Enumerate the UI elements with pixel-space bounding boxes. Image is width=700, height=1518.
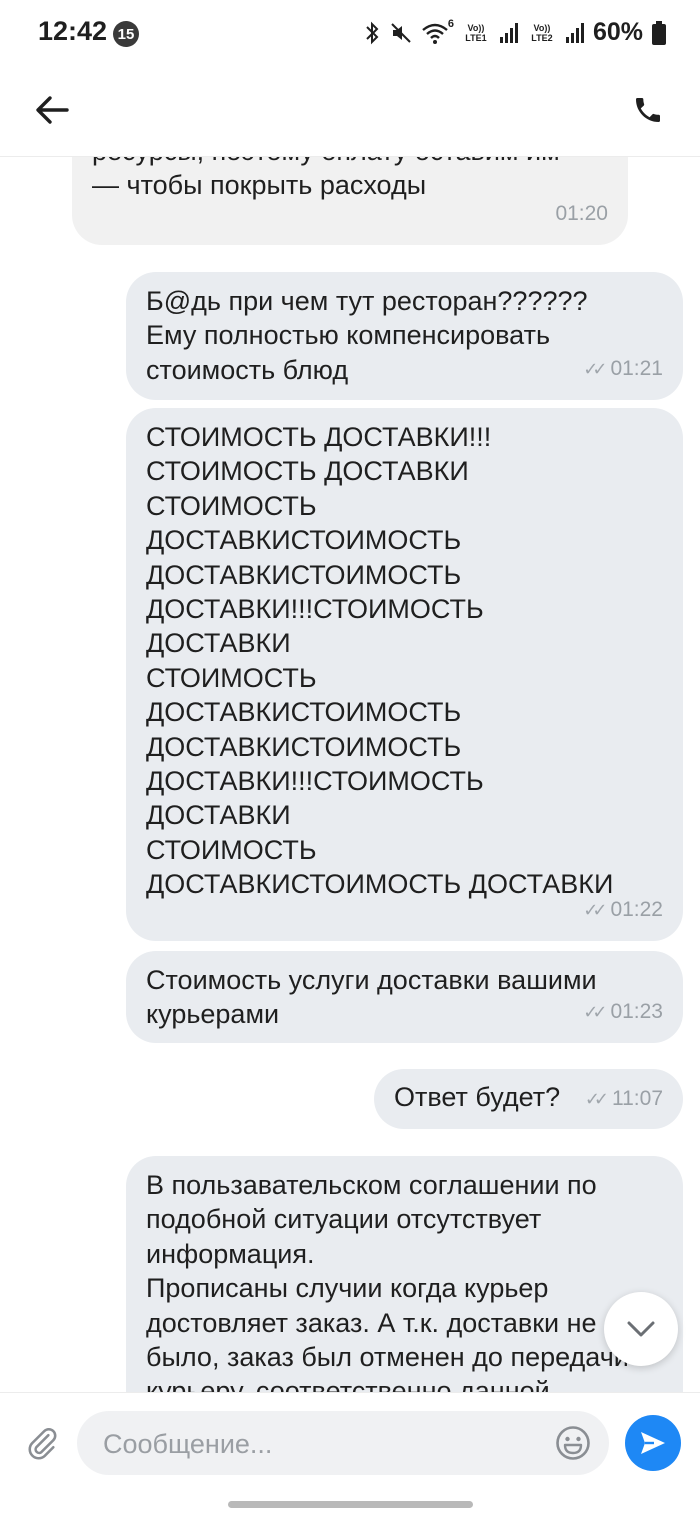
message-bubble-outgoing[interactable]: СТОИМОСТЬ ДОСТАВКИ!!! СТОИМОСТЬ ДОСТАВКИ… <box>126 408 683 941</box>
message-text: В пользавательском соглашении по подобно… <box>146 1170 629 1392</box>
signal-icon <box>565 22 584 43</box>
message-text: СТОИМОСТЬ ДОСТАВКИ!!! СТОИМОСТЬ ДОСТАВКИ… <box>146 422 614 900</box>
read-check-icon: ✓✓ <box>583 358 607 379</box>
read-check-icon: ✓✓ <box>583 1001 607 1022</box>
paperclip-icon <box>28 1428 57 1460</box>
message-time: 01:20 <box>555 201 608 225</box>
call-button[interactable] <box>624 86 672 134</box>
emoji-button[interactable] <box>555 1425 591 1461</box>
message-list[interactable]: ресурсы, поэтому оплату оставим им — что… <box>0 156 700 1392</box>
message-bubble-outgoing[interactable]: В пользавательском соглашении по подобно… <box>126 1156 683 1392</box>
battery-icon <box>652 20 666 45</box>
message-bubble-outgoing[interactable]: Б@дь при чем тут ресторан?????? Ему полн… <box>126 272 683 400</box>
message-time: 11:07 <box>612 1086 663 1110</box>
message-meta: ✓✓ 01:23 <box>583 995 663 1029</box>
scroll-to-bottom-button[interactable] <box>604 1292 678 1366</box>
battery-percent: 60% <box>592 18 643 46</box>
message-bubble-outgoing[interactable]: Стоимость услуги доставки вашими курьера… <box>126 951 683 1043</box>
chevron-down-icon <box>627 1321 655 1337</box>
message-bubble-incoming[interactable]: ресурсы, поэтому оплату оставим им — что… <box>72 156 628 245</box>
message-meta: 01:20 <box>555 197 608 231</box>
mute-icon <box>391 22 411 43</box>
chat-header <box>0 70 700 157</box>
status-icons: 6 Vo)) LTE1 Vo)) LTE2 60% <box>364 18 666 47</box>
message-input[interactable] <box>101 1411 545 1477</box>
wifi-label: 6 <box>447 17 454 30</box>
read-check-icon: ✓✓ <box>583 899 607 920</box>
attach-button[interactable] <box>20 1421 64 1465</box>
status-bar: 12:42 15 6 Vo)) LTE1 Vo)) LTE2 60% <box>0 0 700 70</box>
sim1-label: Vo)) LTE1 <box>465 22 487 43</box>
phone-icon <box>636 98 660 122</box>
message-input-container <box>77 1411 609 1477</box>
message-time: 01:22 <box>610 897 663 921</box>
message-time: 01:23 <box>610 999 663 1023</box>
send-button[interactable] <box>625 1415 681 1471</box>
read-check-icon: ✓✓ <box>584 1088 609 1109</box>
message-bubble-outgoing[interactable]: Ответ будет? ✓✓ 11:07 <box>374 1069 683 1129</box>
wifi-icon: 6 <box>422 17 454 45</box>
bluetooth-icon <box>366 21 379 44</box>
message-composer <box>0 1392 700 1518</box>
notification-count-badge: 15 <box>113 21 139 47</box>
message-meta: ✓✓ 01:22 <box>583 893 663 927</box>
arrow-left-icon <box>36 96 69 124</box>
message-time: 01:21 <box>610 356 663 380</box>
sim2-label: Vo)) LTE2 <box>531 22 553 43</box>
message-meta: ✓✓ 11:07 <box>585 1082 663 1116</box>
message-text: ресурсы, поэтому оплату оставим им — что… <box>92 156 560 201</box>
back-button[interactable] <box>28 86 76 134</box>
emoji-icon <box>556 1426 590 1460</box>
status-time: 12:42 <box>38 16 108 46</box>
home-indicator <box>228 1501 473 1508</box>
message-meta: ✓✓ 01:21 <box>583 352 663 386</box>
signal-icon <box>499 22 518 43</box>
send-icon <box>641 1432 665 1454</box>
